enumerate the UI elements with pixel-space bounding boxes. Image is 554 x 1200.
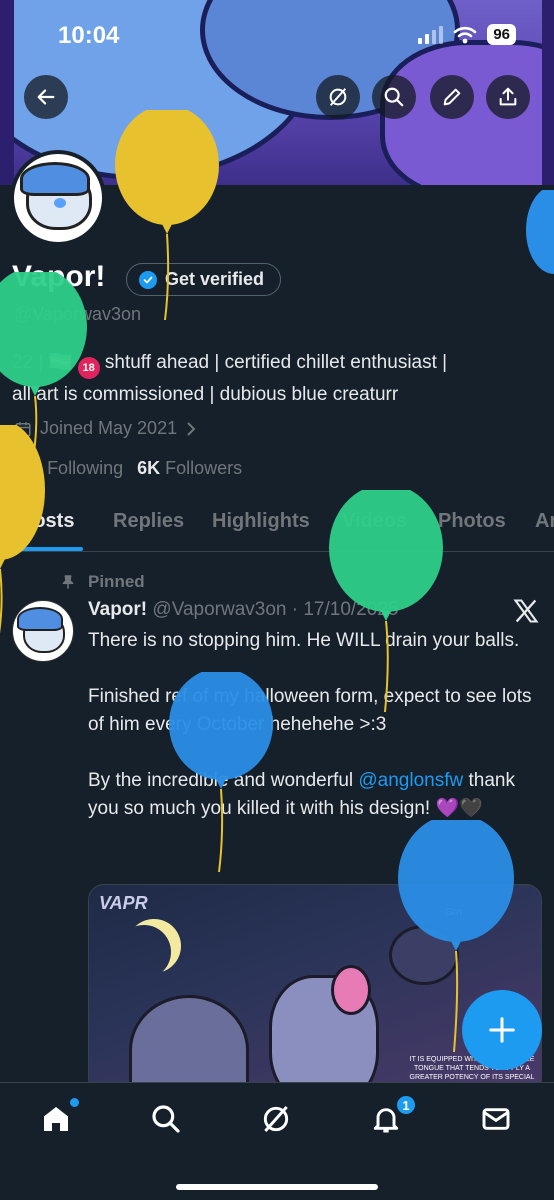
nav-search[interactable] <box>146 1099 186 1139</box>
profile-avatar[interactable] <box>10 150 106 246</box>
media-art <box>129 995 249 1093</box>
adult-content-icon: 18 <box>77 357 100 379</box>
compose-button[interactable] <box>462 990 542 1070</box>
pinned-indicator: Pinned <box>60 572 145 592</box>
messages-icon <box>482 1108 510 1130</box>
media-art <box>389 925 459 985</box>
home-unread-dot <box>70 1098 79 1107</box>
signal-icon <box>418 25 444 44</box>
pinned-label: Pinned <box>88 572 145 591</box>
follow-stats: 761 Following 6K Followers <box>12 458 242 479</box>
followers-link[interactable]: 6K Followers <box>137 458 242 478</box>
media-grr: Grrr <box>445 907 463 918</box>
post-text-span: By the incredible and wonderful <box>88 770 359 791</box>
bio-line2: all art is commissioned | dubious blue c… <box>12 384 399 405</box>
back-icon <box>37 89 55 105</box>
tab-posts[interactable]: Posts <box>20 510 74 533</box>
avatar-art <box>17 607 63 631</box>
profile-tabs: Posts Replies Highlights Videos Photos A… <box>0 500 554 552</box>
wifi-icon <box>454 26 477 43</box>
following-label: Following <box>47 458 124 478</box>
media-art <box>117 925 171 979</box>
get-verified-button[interactable]: Get verified <box>126 263 282 296</box>
pin-icon <box>62 575 74 589</box>
post-text[interactable]: There is no stopping him. He WILL drain … <box>88 627 538 851</box>
home-indicator[interactable] <box>176 1184 378 1190</box>
edit-icon <box>443 88 461 106</box>
search-icon <box>152 1105 180 1133</box>
trans-flag-icon: 🏳️‍⚧️ <box>48 352 73 373</box>
bottom-navigation <box>0 1082 554 1200</box>
joined-date[interactable]: Joined May 2021 <box>14 418 197 439</box>
home-icon <box>44 1107 68 1131</box>
active-tab-indicator <box>16 547 83 551</box>
search-icon <box>384 87 404 107</box>
nav-grok[interactable] <box>256 1099 296 1139</box>
grok-icon <box>263 1106 289 1132</box>
grok-button[interactable] <box>316 75 360 119</box>
tab-photos[interactable]: Photos <box>438 510 506 533</box>
followers-label: Followers <box>165 458 243 478</box>
following-link[interactable]: 761 Following <box>12 458 123 478</box>
bio-line1: shtuff ahead | certified chillet enthusi… <box>104 352 448 373</box>
profile-name: Vapor! <box>12 260 106 293</box>
status-time: 10:04 <box>58 22 120 49</box>
search-button[interactable] <box>372 75 416 119</box>
media-title: VAPR <box>99 893 148 913</box>
nav-messages[interactable] <box>476 1099 516 1139</box>
chevron-right-icon <box>187 421 196 436</box>
x-logo-icon[interactable] <box>512 597 540 625</box>
post-media-image[interactable]: VAPR Grrr IT IS EQUIPPED WITH A PREHENSI… <box>88 884 542 1094</box>
post-paragraph: By the incredible and wonderful @anglons… <box>88 767 538 823</box>
followers-count: 6K <box>137 458 161 478</box>
post-avatar[interactable] <box>12 600 74 662</box>
post-header: Vapor! @Vaporwav3on · 17/10/2025 <box>88 599 398 621</box>
plus-icon <box>489 1017 515 1043</box>
tab-videos[interactable]: Videos <box>342 510 407 533</box>
edit-button[interactable] <box>430 75 474 119</box>
status-icons: 96 <box>418 24 516 45</box>
post-paragraph: Finished ref of my halloween form, expec… <box>88 686 532 735</box>
share-icon <box>499 87 517 106</box>
grok-icon <box>329 88 347 106</box>
share-button[interactable] <box>486 75 530 119</box>
verified-badge-icon <box>139 270 157 289</box>
calendar-icon <box>15 421 31 436</box>
get-verified-label: Get verified <box>165 269 265 289</box>
notifications-badge: 1 <box>395 1094 417 1116</box>
profile-bio: 22 | 🏳️‍⚧️ 18 shtuff ahead | certified c… <box>12 347 542 410</box>
battery-indicator: 96 <box>487 24 516 45</box>
media-art <box>331 965 371 1015</box>
post-paragraph: There is no stopping him. He WILL drain … <box>88 630 520 651</box>
bio-age: 22 | <box>12 352 44 373</box>
tab-articles[interactable]: Ar <box>535 510 554 533</box>
tab-highlights[interactable]: Highlights <box>212 510 310 533</box>
status-bar: 10:04 96 <box>0 22 554 52</box>
tab-replies[interactable]: Replies <box>113 510 184 533</box>
mention-link[interactable]: @anglonsfw <box>358 770 463 791</box>
avatar-art <box>20 162 90 196</box>
avatar-art <box>54 198 66 208</box>
post-handle-date: @Vaporwav3on · 17/10/2025 <box>152 599 399 620</box>
joined-label: Joined May 2021 <box>40 418 178 438</box>
back-button[interactable] <box>24 75 68 119</box>
balloon-blue <box>526 190 554 274</box>
following-count: 761 <box>12 458 43 478</box>
profile-handle: @Vaporwav3on <box>14 304 142 324</box>
post-author[interactable]: Vapor! <box>88 599 147 620</box>
